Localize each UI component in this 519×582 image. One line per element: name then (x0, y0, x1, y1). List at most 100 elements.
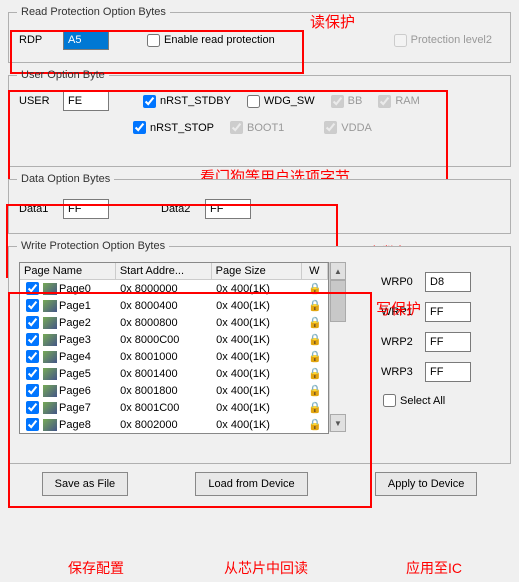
start-addr: 0x 8001800 (116, 385, 212, 397)
page-icon (43, 351, 57, 363)
data-option-legend: Data Option Bytes (17, 173, 114, 185)
page-icon (43, 334, 57, 346)
page-name: Page3 (59, 334, 91, 346)
start-addr: 0x 8000400 (116, 300, 212, 312)
start-addr: 0x 8001C00 (116, 402, 212, 414)
row-checkbox[interactable] (26, 401, 39, 414)
wrp-input[interactable] (425, 362, 471, 382)
page-size: 0x 400(1K) (212, 419, 302, 431)
page-name: Page8 (59, 419, 91, 431)
page-size: 0x 400(1K) (212, 351, 302, 363)
row-checkbox[interactable] (26, 333, 39, 346)
page-icon (43, 385, 57, 397)
col-page-name[interactable]: Page Name (20, 263, 116, 279)
start-addr: 0x 8001400 (116, 368, 212, 380)
page-name: Page0 (59, 283, 91, 295)
bb-checkbox: BB (329, 93, 363, 110)
row-checkbox[interactable] (26, 367, 39, 380)
table-row[interactable]: Page3 0x 8000C000x 400(1K) 🔒 (20, 331, 328, 348)
lock-icon: 🔒 (308, 385, 322, 397)
start-addr: 0x 8000C00 (116, 334, 212, 346)
start-addr: 0x 8002000 (116, 419, 212, 431)
page-size: 0x 400(1K) (212, 385, 302, 397)
wrp-label: WRP3 (381, 366, 419, 378)
lock-icon: 🔒 (308, 334, 322, 346)
table-row[interactable]: Page10x 80004000x 400(1K)🔒 (20, 297, 328, 314)
row-checkbox[interactable] (26, 350, 39, 363)
table-row[interactable]: Page50x 80014000x 400(1K)🔒 (20, 365, 328, 382)
col-start-addr[interactable]: Start Addre... (116, 263, 212, 279)
wrp-input[interactable] (425, 302, 471, 322)
annotation-load: 从芯片中回读 (224, 558, 308, 578)
scroll-thumb[interactable] (330, 280, 346, 322)
page-size: 0x 400(1K) (212, 283, 302, 295)
row-checkbox[interactable] (26, 418, 39, 431)
page-size: 0x 400(1K) (212, 402, 302, 414)
page-size: 0x 400(1K) (212, 300, 302, 312)
write-protection-group: Write Protection Option Bytes Page Name … (8, 240, 511, 464)
write-protection-legend: Write Protection Option Bytes (17, 240, 169, 252)
table-row[interactable]: Page80x 80020000x 400(1K)🔒 (20, 416, 328, 433)
wdg-sw-checkbox[interactable]: WDG_SW (245, 93, 315, 110)
user-label: USER (19, 95, 57, 107)
page-size: 0x 400(1K) (212, 334, 302, 346)
page-name: Page2 (59, 317, 91, 329)
user-option-legend: User Option Byte (17, 69, 109, 81)
page-table: Page Name Start Addre... Page Size W Pag… (19, 262, 329, 434)
col-page-size[interactable]: Page Size (212, 263, 302, 279)
read-protection-legend: Read Protection Option Bytes (17, 6, 170, 18)
page-icon (43, 419, 57, 431)
start-addr: 0x 8000000 (116, 283, 212, 295)
vdda-checkbox: VDDA (322, 119, 372, 136)
table-row[interactable]: Page2 0x 80008000x 400(1K) 🔒 (20, 314, 328, 331)
lock-icon: 🔒 (308, 317, 322, 329)
nrst-stop-checkbox[interactable]: nRST_STOP (131, 119, 214, 136)
data-option-group: Data Option Bytes Data1 Data2 (8, 173, 511, 234)
data2-input[interactable] (205, 199, 251, 219)
data1-input[interactable] (63, 199, 109, 219)
lock-icon: 🔒 (308, 351, 322, 363)
read-protection-group: Read Protection Option Bytes RDP Enable … (8, 6, 511, 63)
apply-to-device-button[interactable]: Apply to Device (375, 472, 477, 496)
scroll-up-icon[interactable]: ▲ (330, 262, 346, 280)
data1-label: Data1 (19, 203, 57, 215)
row-checkbox[interactable] (26, 384, 39, 397)
user-option-group: User Option Byte USER nRST_STDBY WDG_SW … (8, 69, 511, 167)
start-addr: 0x 8000800 (116, 317, 212, 329)
annotation-apply: 应用至IC (406, 558, 462, 578)
table-scrollbar[interactable]: ▲ ▼ (329, 262, 346, 432)
annotation-write: 写保护 (376, 298, 421, 319)
page-size: 0x 400(1K) (212, 317, 302, 329)
row-checkbox[interactable] (26, 299, 39, 312)
rdp-label: RDP (19, 34, 57, 46)
row-checkbox[interactable] (26, 282, 39, 295)
wrp-input[interactable] (425, 332, 471, 352)
table-row[interactable]: Page70x 8001C000x 400(1K)🔒 (20, 399, 328, 416)
save-as-file-button[interactable]: Save as File (42, 472, 129, 496)
select-all-checkbox[interactable]: Select All (381, 392, 445, 409)
load-from-device-button[interactable]: Load from Device (195, 472, 307, 496)
page-size: 0x 400(1K) (212, 368, 302, 380)
nrst-stdby-checkbox[interactable]: nRST_STDBY (141, 93, 231, 110)
page-icon (43, 317, 57, 329)
col-w[interactable]: W (302, 263, 328, 279)
wrp-label: WRP0 (381, 276, 419, 288)
table-row[interactable]: Page00x 80000000x 400(1K)🔒 (20, 280, 328, 297)
table-row[interactable]: Page40x 80010000x 400(1K)🔒 (20, 348, 328, 365)
page-icon (43, 402, 57, 414)
wrp-label: WRP2 (381, 336, 419, 348)
table-row[interactable]: Page60x 80018000x 400(1K)🔒 (20, 382, 328, 399)
rdp-input[interactable] (63, 30, 109, 50)
annotation-save: 保存配置 (68, 558, 124, 578)
page-icon (43, 368, 57, 380)
page-name: Page1 (59, 300, 91, 312)
row-checkbox[interactable] (26, 316, 39, 329)
wrp-input[interactable] (425, 272, 471, 292)
page-name: Page4 (59, 351, 91, 363)
enable-read-protection-checkbox[interactable]: Enable read protection (145, 32, 275, 49)
user-input[interactable] (63, 91, 109, 111)
scroll-down-icon[interactable]: ▼ (330, 414, 346, 432)
protection-level2-checkbox: Protection level2 (392, 32, 492, 49)
page-icon (43, 283, 57, 295)
table-header: Page Name Start Addre... Page Size W (20, 263, 328, 280)
